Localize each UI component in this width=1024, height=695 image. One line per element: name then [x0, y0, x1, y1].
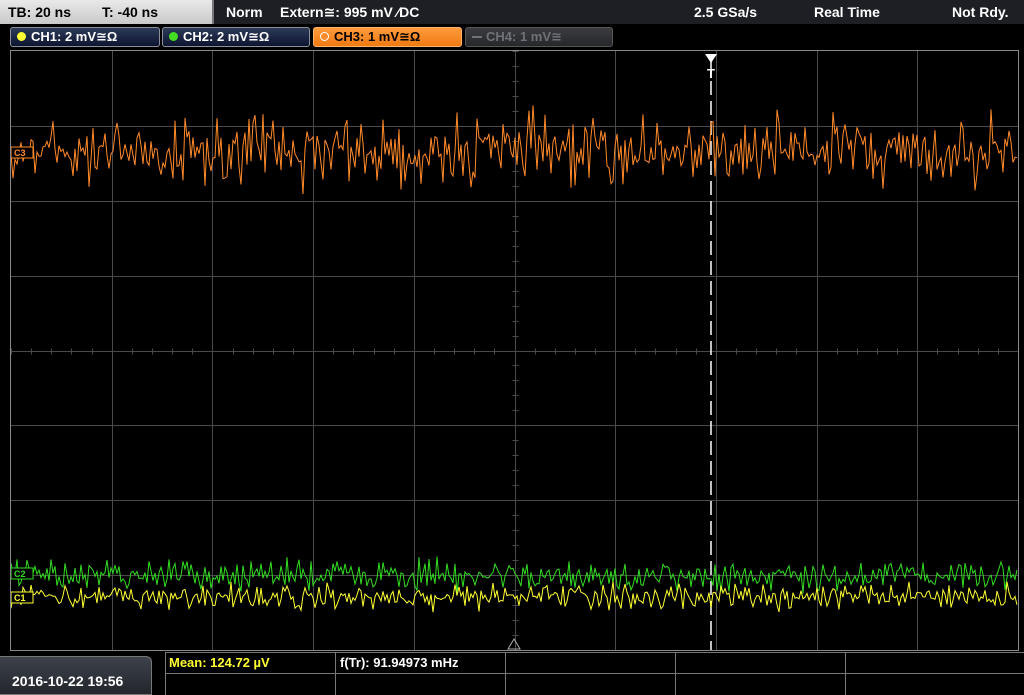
channel-2-offset-label: C2: [14, 569, 26, 579]
datetime-panel: 2016-10-22 19:56: [0, 656, 152, 695]
channel-1-offset-marker[interactable]: C1: [11, 591, 34, 604]
trigger-source-label[interactable]: Extern≅: 995 mV ∕DC: [280, 4, 419, 21]
channel-4-button[interactable]: CH4: 1 mV≅: [465, 27, 613, 47]
channel-3-offset-marker[interactable]: C3: [11, 146, 34, 159]
acquisition-mode-label[interactable]: Real Time: [814, 4, 880, 20]
footer: 2016-10-22 19:56 Mean: 124.72 µV f(Tr): …: [0, 652, 1024, 695]
timebase-display[interactable]: TB: 20 ns T: -40 ns: [0, 0, 214, 24]
channel-3-indicator-icon: [320, 32, 329, 41]
channel-3-offset-label: C3: [14, 148, 26, 158]
status-bar: TB: 20 ns T: -40 ns Norm Extern≅: 995 mV…: [0, 0, 1024, 24]
channel-2-offset-marker[interactable]: C2: [11, 567, 34, 580]
channel-1-label: CH1: 2 mV≅Ω: [31, 29, 118, 44]
trigger-position-label: T: [707, 66, 715, 81]
channel-3-button[interactable]: CH3: 1 mV≅Ω: [313, 27, 462, 47]
channel-3-trace: [11, 105, 1018, 195]
channel-1-offset-label: C1: [14, 593, 26, 603]
measurement-table[interactable]: [165, 652, 1024, 695]
channel-1-indicator-icon: [17, 32, 26, 41]
status-label: Not Rdy.: [952, 4, 1009, 20]
channel-2-label: CH2: 2 mV≅Ω: [183, 29, 270, 44]
waveform-display[interactable]: T C3 C2 C1: [10, 50, 1019, 651]
frequency-measurement: f(Tr): 91.94973 mHz: [340, 655, 459, 670]
mean-measurement: Mean: 124.72 µV: [169, 655, 270, 670]
channel-1-button[interactable]: CH1: 2 mV≅Ω: [10, 27, 160, 47]
waveform-area: T C3 C2 C1: [11, 51, 1018, 650]
datetime-label: 2016-10-22 19:56: [12, 673, 124, 689]
time-reference-icon: [507, 638, 521, 650]
trigger-position-icon[interactable]: [705, 54, 717, 63]
channel-bar: CH1: 2 mV≅Ω CH2: 2 mV≅Ω CH3: 1 mV≅Ω CH4:…: [0, 24, 1024, 50]
channel-2-indicator-icon: [169, 32, 178, 41]
channel-2-button[interactable]: CH2: 2 mV≅Ω: [162, 27, 310, 47]
channel-4-label: CH4: 1 mV≅: [486, 29, 562, 44]
trigger-time-label: T: -40 ns: [102, 4, 159, 20]
channel-3-label: CH3: 1 mV≅Ω: [334, 29, 421, 44]
trigger-mode-label[interactable]: Norm: [226, 4, 263, 20]
timebase-label: TB: 20 ns: [8, 4, 72, 20]
channel-1-trace: [11, 581, 1018, 613]
sample-rate-label[interactable]: 2.5 GSa/s: [694, 4, 757, 20]
channel-4-indicator-icon: [472, 36, 482, 38]
